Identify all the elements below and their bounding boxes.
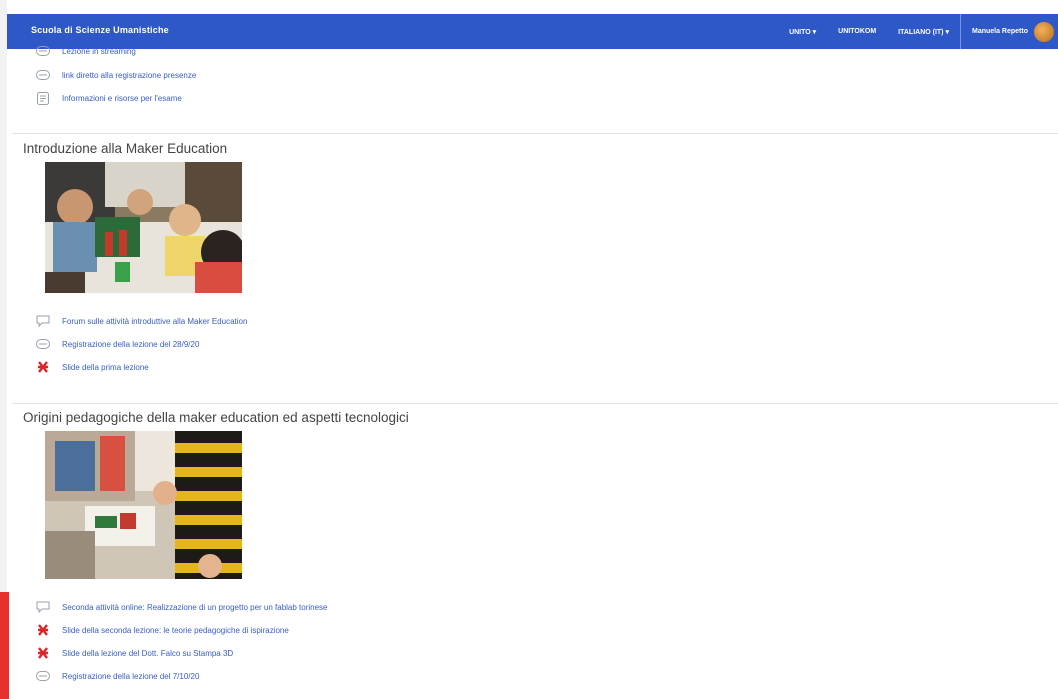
activity-file[interactable]: Slide della seconda lezione: le teorie p…: [36, 623, 289, 637]
section-image: [45, 162, 242, 293]
user-menu[interactable]: Manuela Repetto: [959, 14, 1058, 49]
activity-label: link diretto alla registrazione presenze: [62, 70, 197, 80]
activity-link[interactable]: Registrazione della lezione del 7/10/20: [36, 669, 199, 683]
url-icon: [36, 68, 50, 82]
activity-link[interactable]: Lezione in streaming: [36, 44, 136, 58]
activity-label: Informazioni e risorse per l'esame: [62, 93, 182, 103]
avatar: [1034, 21, 1054, 42]
top-navbar: Scuola di Scienze Umanistiche UNITO ▾ UN…: [7, 14, 1058, 49]
activity-label: Slide della lezione del Dott. Falco su S…: [62, 648, 234, 658]
section-image: [45, 431, 242, 579]
activity-label: Slide della seconda lezione: le teorie p…: [62, 625, 289, 635]
activity-label: Forum sulle attività introduttive alla M…: [62, 316, 248, 326]
activity-link[interactable]: Informazioni e risorse per l'esame: [36, 91, 182, 105]
activity-link[interactable]: Registrazione della lezione del 28/9/20: [36, 337, 199, 351]
url-icon: [36, 669, 50, 683]
url-icon: [36, 337, 50, 351]
section-title: Introduzione alla Maker Education: [23, 141, 228, 156]
activity-label: Registrazione della lezione del 7/10/20: [62, 671, 200, 681]
activity-label: Slide della prima lezione: [62, 362, 149, 372]
activity-forum[interactable]: Seconda attività online: Realizzazione d…: [36, 600, 328, 614]
url-icon: [36, 44, 50, 58]
section-divider: [12, 133, 1058, 134]
user-name: Manuela Repetto: [971, 28, 1028, 35]
site-brand[interactable]: Scuola di Scienze Umanistiche: [31, 25, 169, 35]
activity-forum[interactable]: Forum sulle attività introduttive alla M…: [36, 314, 247, 328]
forum-icon: [36, 314, 50, 328]
activity-link[interactable]: link diretto alla registrazione presenze: [36, 68, 196, 82]
pdf-icon: [36, 360, 50, 374]
side-tab[interactable]: [0, 592, 9, 699]
pdf-icon: [36, 646, 50, 660]
forum-icon: [36, 600, 50, 614]
section-divider: [12, 403, 1058, 404]
menu-unitokom[interactable]: UNITOKOM: [827, 14, 887, 49]
language-menu[interactable]: ITALIANO (IT) ▾: [887, 14, 960, 49]
page-icon: [36, 91, 50, 105]
navbar-menu: UNITO ▾ UNITOKOM ITALIANO (IT) ▾ Manuela…: [778, 14, 1058, 49]
activity-file[interactable]: Slide della prima lezione: [36, 360, 149, 374]
activity-label: Lezione in streaming: [62, 46, 136, 56]
activity-label: Registrazione della lezione del 28/9/20: [62, 339, 200, 349]
activity-file[interactable]: Slide della lezione del Dott. Falco su S…: [36, 646, 233, 660]
pdf-icon: [36, 623, 50, 637]
top-strip: [0, 0, 1058, 14]
activity-label: Seconda attività online: Realizzazione d…: [62, 602, 328, 612]
menu-unito[interactable]: UNITO ▾: [778, 14, 827, 49]
section-title: Origini pedagogiche della maker educatio…: [23, 410, 409, 425]
